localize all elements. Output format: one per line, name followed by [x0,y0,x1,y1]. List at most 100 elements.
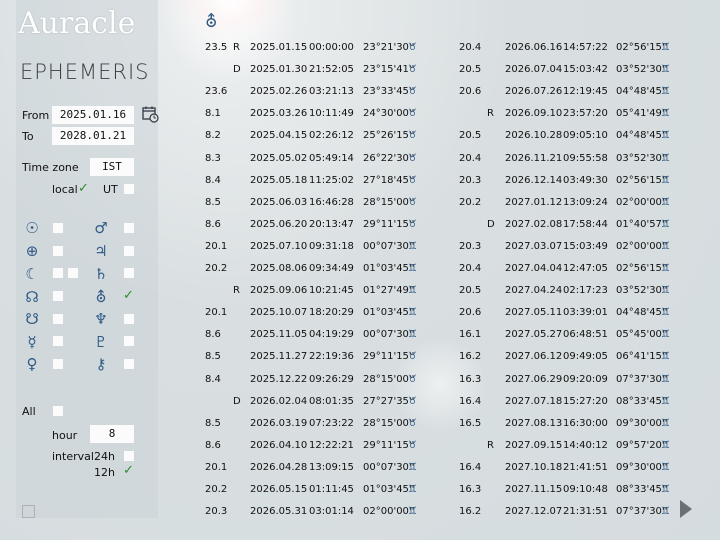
right-date-cell: 2027.04.24 [505,285,563,296]
right-date-cell: 2026.10.28 [505,130,563,141]
left-speed-cell: 20.3 [205,506,228,517]
left-time-cell: 03:21:13 [309,86,354,97]
zodiac-sign-icon: ♊ [661,108,670,119]
right-time-cell: 21:41:51 [563,462,608,473]
right-date-cell: 2027.07.18 [505,396,563,407]
right-time-cell: 02:17:23 [563,285,608,296]
zodiac-sign-icon: ♊ [661,329,670,340]
zodiac-sign-icon: ♉ [408,396,417,407]
right-speed-cell: 20.3 [459,241,482,252]
zodiac-sign-icon: ♊ [408,484,417,495]
right-time-cell: 14:40:12 [563,440,608,451]
left-date-cell: 2025.08.06 [250,263,308,274]
left-time-cell: 10:21:45 [309,285,354,296]
zodiac-sign-icon: ♉ [408,219,417,230]
right-time-cell: 16:30:00 [563,418,608,429]
zodiac-sign-icon: ♊ [661,351,670,362]
zodiac-sign-icon: ♊ [408,462,417,473]
left-position-cell: 28°15'00'' [363,374,415,385]
right-time-cell: 09:05:10 [563,130,608,141]
right-time-cell: 06:48:51 [563,329,608,340]
right-speed-cell: 20.4 [459,153,482,164]
left-position-cell: 29°11'15'' [363,440,415,451]
table-row: 8.1 2025.03.26 10:11:49 24°30'00'' ♉ R 2026.09… [0,107,720,129]
left-time-cell: 00:00:00 [309,42,354,53]
left-position-cell: 01°03'45'' [363,263,415,274]
left-position-cell: 00°07'30'' [363,241,415,252]
table-row: 8.3 2025.05.02 05:49:14 26°22'30'' ♉ 20.4 2026… [0,152,720,174]
right-position-cell: 01°40'57'' [616,219,668,230]
left-time-cell: 10:11:49 [309,108,354,119]
left-position-cell: 29°11'15'' [363,219,415,230]
table-row: 23.5 R 2025.01.15 00:00:00 23°21'30'' ♉ 20.4 20… [0,41,720,63]
zodiac-sign-icon: ♊ [661,263,670,274]
right-position-cell: 08°33'45'' [616,484,668,495]
table-row: 8.5 2025.11.27 22:19:36 29°11'15'' ♉ 16.2 2027… [0,350,720,372]
left-position-cell: 26°22'30'' [363,153,415,164]
zodiac-sign-icon: ♊ [661,440,670,451]
right-position-cell: 05°45'00'' [616,329,668,340]
left-date-cell: 2026.05.31 [250,506,308,517]
right-time-cell: 09:49:05 [563,351,608,362]
right-date-cell: 2027.12.07 [505,506,563,517]
right-speed-cell: 16.4 [459,396,482,407]
right-date-cell: 2026.12.14 [505,175,563,186]
right-position-cell: 04°48'45'' [616,130,668,141]
left-time-cell: 20:13:47 [309,219,354,230]
right-position-cell: 09°57'20'' [616,440,668,451]
right-position-cell: 04°48'45'' [616,86,668,97]
left-time-cell: 09:34:49 [309,263,354,274]
table-row: 23.6 2025.02.26 03:21:13 23°33'45'' ♉ 20.6 202… [0,85,720,107]
table-row: 20.1 2025.10.07 18:20:29 01°03'45'' ♊ 20.6 202… [0,306,720,328]
left-speed-cell: 8.1 [205,108,221,119]
right-position-cell: 03°52'30'' [616,153,668,164]
right-position-cell: 04°48'45'' [616,307,668,318]
left-date-cell: 2025.04.15 [250,130,308,141]
table-row: 8.6 2025.06.20 20:13:47 29°11'15'' ♉ D 2027.02… [0,218,720,240]
table-row: 20.2 2025.08.06 09:34:49 01°03'45'' ♊ 20.4 202… [0,262,720,284]
left-position-cell: 01°27'49'' [363,285,415,296]
right-time-cell: 14:57:22 [563,42,608,53]
right-speed-cell: 16.3 [459,484,482,495]
zodiac-sign-icon: ♉ [408,175,417,186]
right-date-cell: 2026.09.10 [505,108,563,119]
left-date-cell: 2025.07.10 [250,241,308,252]
right-speed-cell: 16.1 [459,329,482,340]
zodiac-sign-icon: ♊ [661,64,670,75]
right-date-cell: 2027.10.18 [505,462,563,473]
table-row: 8.6 2026.04.10 12:22:21 29°11'15'' ♉ R 2027.09… [0,439,720,461]
right-date-cell: 2027.11.15 [505,484,563,495]
table-row: R 2025.09.06 10:21:45 01°27'49'' ♊ 20.5 2027.0… [0,284,720,306]
left-speed-cell: 8.6 [205,329,221,340]
left-direction-cell: D [233,64,241,75]
left-time-cell: 01:11:45 [309,484,354,495]
right-time-cell: 15:03:42 [563,64,608,75]
zodiac-sign-icon: ♉ [408,86,417,97]
right-position-cell: 08°33'45'' [616,396,668,407]
zodiac-sign-icon: ♊ [661,153,670,164]
left-time-cell: 21:52:05 [309,64,354,75]
right-speed-cell: 20.6 [459,86,482,97]
zodiac-sign-icon: ♊ [408,329,417,340]
right-date-cell: 2027.08.13 [505,418,563,429]
zodiac-sign-icon: ♊ [661,396,670,407]
right-speed-cell: 20.4 [459,263,482,274]
table-row: D 2026.02.04 08:01:35 27°27'35'' ♉ 16.4 2027.0… [0,395,720,417]
left-speed-cell: 23.5 [205,42,228,53]
left-speed-cell: 20.1 [205,307,228,318]
left-position-cell: 01°03'45'' [363,307,415,318]
right-time-cell: 09:20:09 [563,374,608,385]
zodiac-sign-icon: ♉ [408,42,417,53]
zodiac-sign-icon: ♉ [408,374,417,385]
right-speed-cell: 16.2 [459,351,482,362]
left-speed-cell: 8.4 [205,175,221,186]
left-date-cell: 2026.04.28 [250,462,308,473]
right-date-cell: 2027.05.11 [505,307,563,318]
left-date-cell: 2025.11.27 [250,351,308,362]
left-time-cell: 18:20:29 [309,307,354,318]
left-speed-cell: 20.1 [205,241,228,252]
left-speed-cell: 20.1 [205,462,228,473]
right-position-cell: 07°37'30'' [616,506,668,517]
left-time-cell: 22:19:36 [309,351,354,362]
left-speed-cell: 23.6 [205,86,228,97]
